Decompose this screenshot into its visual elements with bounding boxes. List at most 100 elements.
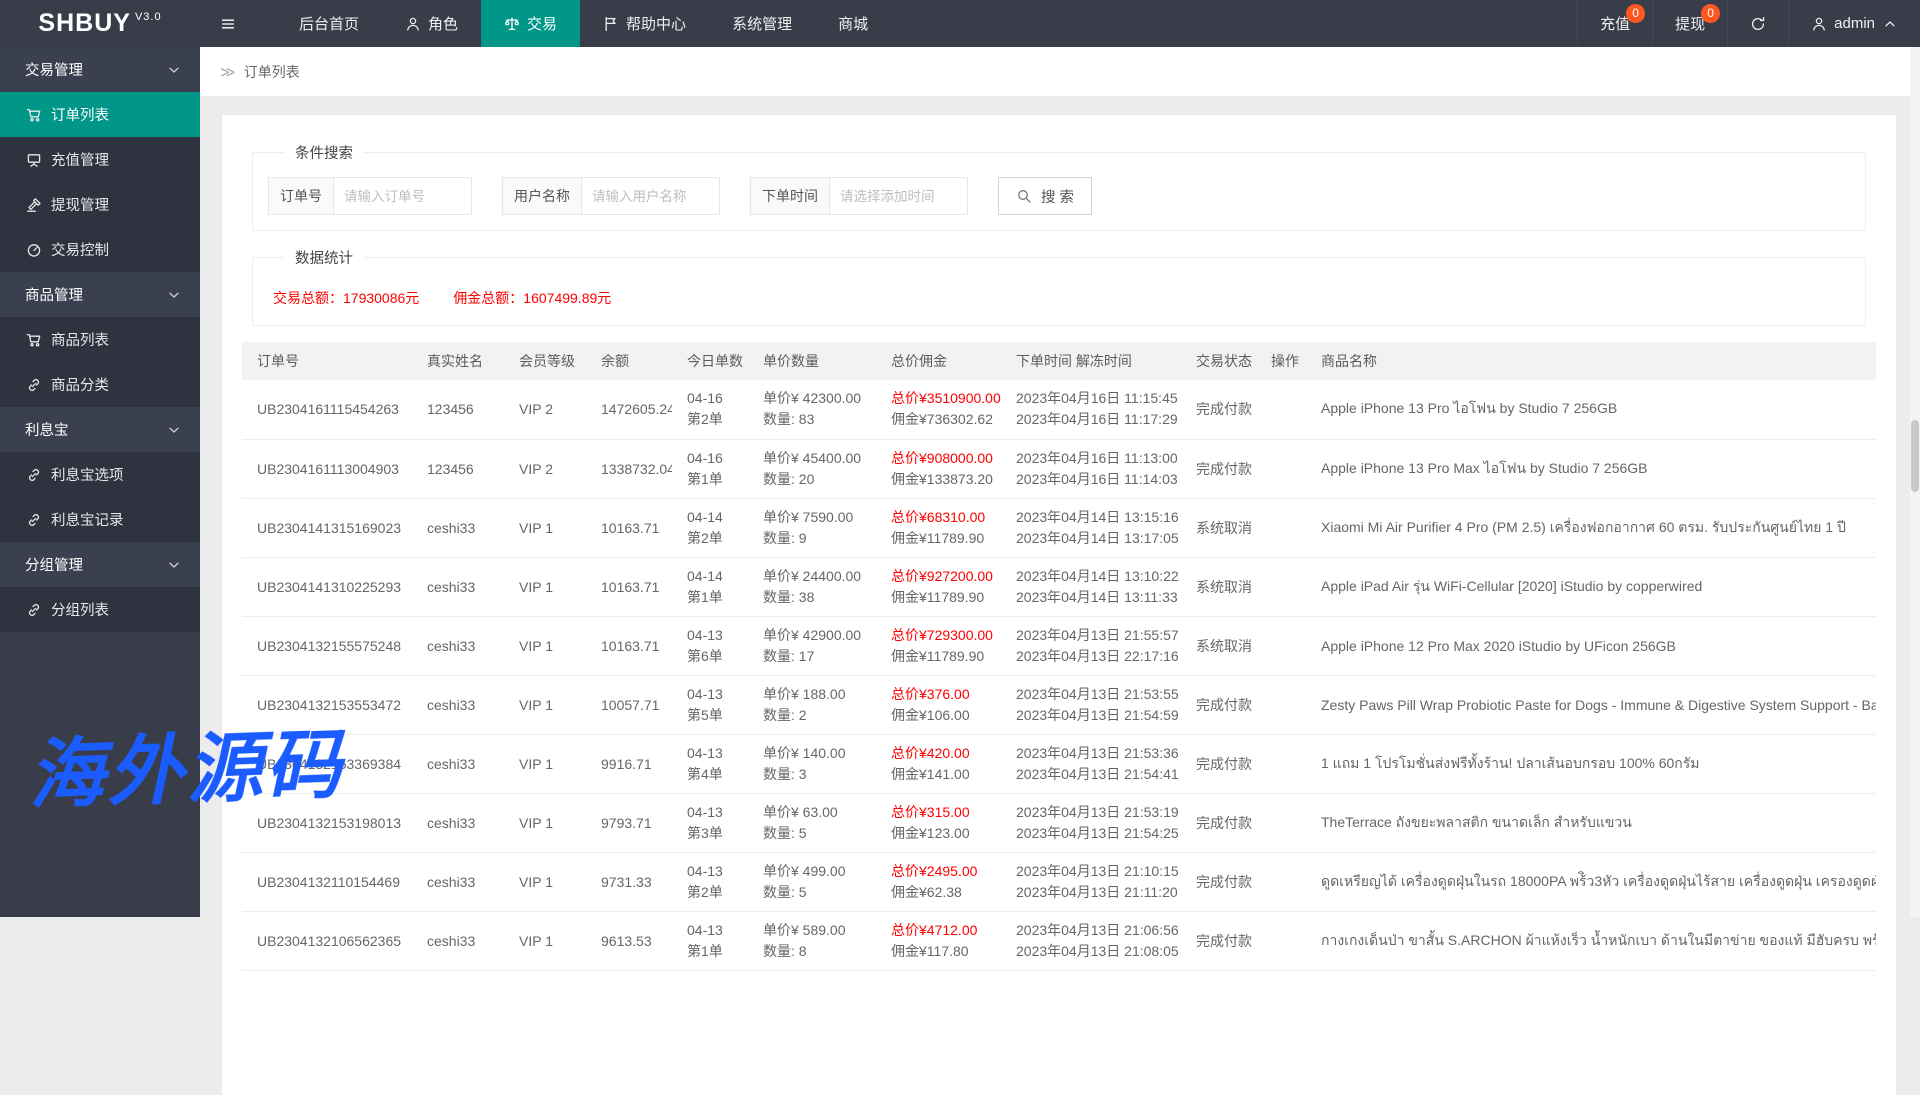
total-commission-cell: 总价¥3510900.00佣金¥736302.62 [876, 380, 1001, 439]
nav-right: 充值 0 提现 0 admin [1577, 0, 1920, 47]
chevron-down-icon [166, 62, 182, 78]
sidebar-item[interactable]: 商品分类 [0, 362, 200, 407]
nav-menu-item[interactable]: 系统管理 [709, 0, 815, 47]
order-no-cell: UB2304132106562365 [242, 911, 412, 970]
sidebar-item[interactable]: 商品列表 [0, 317, 200, 362]
realname-cell: ceshi33 [412, 675, 504, 734]
search-input[interactable] [334, 177, 472, 215]
app-logo[interactable]: SHBUY V3.0 [0, 0, 200, 47]
price-qty-cell: 单价¥ 63.00数量: 5 [748, 793, 876, 852]
action-cell [1256, 498, 1306, 557]
total-commission-cell: 总价¥4712.00佣金¥117.80 [876, 911, 1001, 970]
status-cell: 完成付款 [1181, 675, 1256, 734]
gavel-icon [26, 197, 42, 213]
table-row: UB2304141310225293 ceshi33 VIP 1 10163.7… [242, 557, 1876, 616]
nav-action[interactable]: 提现 0 [1652, 0, 1727, 47]
chevron-up-icon [1882, 16, 1898, 32]
nav-menu-item[interactable]: 角色 [382, 0, 481, 47]
search-legend: 条件搜索 [285, 142, 363, 163]
stats-fieldset: 数据统计 交易总额：17930086元 佣金总额：1607499.89元 [252, 247, 1866, 326]
breadcrumb-current[interactable]: 订单列表 [244, 62, 300, 82]
table-row: UB2304132110154469 ceshi33 VIP 1 9731.33… [242, 852, 1876, 911]
price-qty-cell: 单价¥ 42300.00数量: 83 [748, 380, 876, 439]
chevron-down-icon [166, 557, 182, 573]
vip-level-cell: VIP 1 [504, 616, 586, 675]
total-commission-amount: 佣金总额：1607499.89元 [453, 288, 611, 308]
product-name-cell: Apple iPhone 12 Pro Max 2020 iStudio by … [1306, 616, 1876, 675]
nav-menu-item[interactable]: 商城 [815, 0, 891, 47]
scrollbar-thumb[interactable] [1911, 420, 1919, 492]
table-row: UB2304132153198013 ceshi33 VIP 1 9793.71… [242, 793, 1876, 852]
time-cell: 2023年04月13日 21:06:562023年04月13日 21:08:05 [1001, 911, 1181, 970]
search-input[interactable] [582, 177, 720, 215]
status-cell: 完成付款 [1181, 734, 1256, 793]
sidebar-item[interactable]: 利息宝记录 [0, 497, 200, 542]
refresh-button[interactable] [1727, 0, 1788, 47]
sidebar-group[interactable]: 交易管理 [0, 47, 200, 92]
top-navbar: SHBUY V3.0 后台首页 角色 交易 帮助中心 系统管理 商城 充值 0 … [0, 0, 1920, 47]
sidebar-group[interactable]: 利息宝 [0, 407, 200, 452]
vip-level-cell: VIP 2 [504, 380, 586, 439]
search-button[interactable]: 搜 索 [998, 177, 1092, 215]
table-header-row: 订单号真实姓名会员等级余额今日单数单价数量总价佣金下单时间 解冻时间交易状态操作… [242, 342, 1876, 380]
column-header: 下单时间 解冻时间 [1001, 342, 1181, 380]
sidebar-group[interactable]: 商品管理 [0, 272, 200, 317]
sidebar: 交易管理 订单列表 充值管理 提现管理 交易控制 商品管理 商品列表 商品分类 … [0, 47, 200, 917]
today-orders-cell: 04-13第5单 [672, 675, 748, 734]
search-fieldset: 条件搜索 订单号 用户名称 下单时间 搜 索 [252, 142, 1866, 231]
today-orders-cell: 04-14第1单 [672, 557, 748, 616]
realname-cell: ceshi33 [412, 793, 504, 852]
sidebar-item[interactable]: 利息宝选项 [0, 452, 200, 497]
sidebar-item[interactable]: 提现管理 [0, 182, 200, 227]
sidebar-toggle-icon[interactable] [200, 0, 256, 47]
nav-menu-item[interactable]: 交易 [481, 0, 580, 47]
status-cell: 完成付款 [1181, 793, 1256, 852]
user-icon [1811, 16, 1827, 32]
today-orders-cell: 04-14第2单 [672, 498, 748, 557]
vip-level-cell: VIP 1 [504, 793, 586, 852]
price-qty-cell: 单价¥ 499.00数量: 5 [748, 852, 876, 911]
vip-level-cell: VIP 2 [504, 439, 586, 498]
price-qty-cell: 单价¥ 188.00数量: 2 [748, 675, 876, 734]
total-commission-cell: 总价¥420.00佣金¥141.00 [876, 734, 1001, 793]
table-row: UB2304132153553472 ceshi33 VIP 1 10057.7… [242, 675, 1876, 734]
status-cell: 完成付款 [1181, 852, 1256, 911]
sidebar-item[interactable]: 交易控制 [0, 227, 200, 272]
price-qty-cell: 单价¥ 45400.00数量: 20 [748, 439, 876, 498]
sidebar-item[interactable]: 订单列表 [0, 92, 200, 137]
user-icon [405, 16, 421, 32]
column-header: 订单号 [242, 342, 412, 380]
count-badge: 0 [1626, 4, 1645, 23]
price-qty-cell: 单价¥ 140.00数量: 3 [748, 734, 876, 793]
balance-cell: 1338732.04 [586, 439, 672, 498]
realname-cell: ceshi33 [412, 616, 504, 675]
column-header: 真实姓名 [412, 342, 504, 380]
column-header: 交易状态 [1181, 342, 1256, 380]
vertical-scrollbar[interactable] [1910, 47, 1920, 917]
sidebar-group[interactable]: 分组管理 [0, 542, 200, 587]
total-commission-cell: 总价¥908000.00佣金¥133873.20 [876, 439, 1001, 498]
cart-icon [26, 332, 42, 348]
time-cell: 2023年04月13日 21:53:552023年04月13日 21:54:59 [1001, 675, 1181, 734]
nav-action[interactable]: 充值 0 [1577, 0, 1652, 47]
nav-menu-item[interactable]: 帮助中心 [580, 0, 709, 47]
balance-cell: 9793.71 [586, 793, 672, 852]
balance-cell: 10163.71 [586, 616, 672, 675]
time-cell: 2023年04月16日 11:15:452023年04月16日 11:17:29 [1001, 380, 1181, 439]
nav-menu-item[interactable]: 后台首页 [276, 0, 382, 47]
table-row: UB2304132106562365 ceshi33 VIP 1 9613.53… [242, 911, 1876, 970]
balance-cell: 9613.53 [586, 911, 672, 970]
breadcrumb: ≫ 订单列表 [200, 47, 1920, 97]
balance-cell: 9731.33 [586, 852, 672, 911]
sidebar-item[interactable]: 分组列表 [0, 587, 200, 632]
user-menu[interactable]: admin [1788, 0, 1920, 47]
content-area: 条件搜索 订单号 用户名称 下单时间 搜 索 数据统计 交易总额：1793008… [200, 97, 1920, 917]
vip-level-cell: VIP 1 [504, 675, 586, 734]
orders-table: 订单号真实姓名会员等级余额今日单数单价数量总价佣金下单时间 解冻时间交易状态操作… [242, 342, 1876, 971]
action-cell [1256, 557, 1306, 616]
board-icon [26, 152, 42, 168]
sidebar-item[interactable]: 充值管理 [0, 137, 200, 182]
search-input[interactable] [830, 177, 968, 215]
status-cell: 系统取消 [1181, 616, 1256, 675]
column-header: 操作 [1256, 342, 1306, 380]
